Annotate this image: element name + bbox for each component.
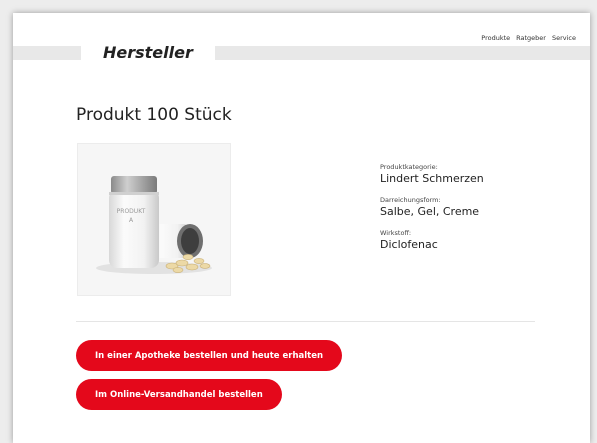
product-page: Hersteller Produkte Ratgeber Service Pro… (13, 13, 590, 443)
page-title: Produkt 100 Stück (76, 105, 232, 125)
detail-dosage-form: Darreichungsform: Salbe, Gel, Creme (380, 196, 484, 219)
top-navigation: Produkte Ratgeber Service (481, 34, 576, 42)
detail-label: Wirkstoff: (380, 229, 412, 237)
brand-logo[interactable]: Hersteller (81, 41, 215, 65)
nav-item-produkte[interactable]: Produkte (481, 34, 510, 42)
nav-item-ratgeber[interactable]: Ratgeber (516, 34, 546, 42)
detail-label: Produktkategorie: (380, 163, 438, 171)
product-details: Produktkategorie: Lindert Schmerzen Darr… (380, 163, 484, 262)
detail-value: Salbe, Gel, Creme (380, 205, 480, 218)
order-online-button[interactable]: Im Online-Versandhandel bestellen (76, 379, 282, 410)
detail-label: Darreichungsform: (380, 196, 441, 204)
detail-active-ingredient: Wirkstoff: Diclofenac (380, 229, 484, 252)
detail-category: Produktkategorie: Lindert Schmerzen (380, 163, 484, 186)
detail-value: Diclofenac (380, 238, 438, 251)
section-divider (76, 321, 535, 322)
product-image: PRODUKT A (77, 143, 231, 296)
bottle-label: PRODUKT A (116, 208, 146, 224)
nav-item-service[interactable]: Service (552, 34, 576, 42)
order-pharmacy-button[interactable]: In einer Apotheke bestellen und heute er… (76, 340, 343, 371)
detail-value: Lindert Schmerzen (380, 172, 484, 185)
